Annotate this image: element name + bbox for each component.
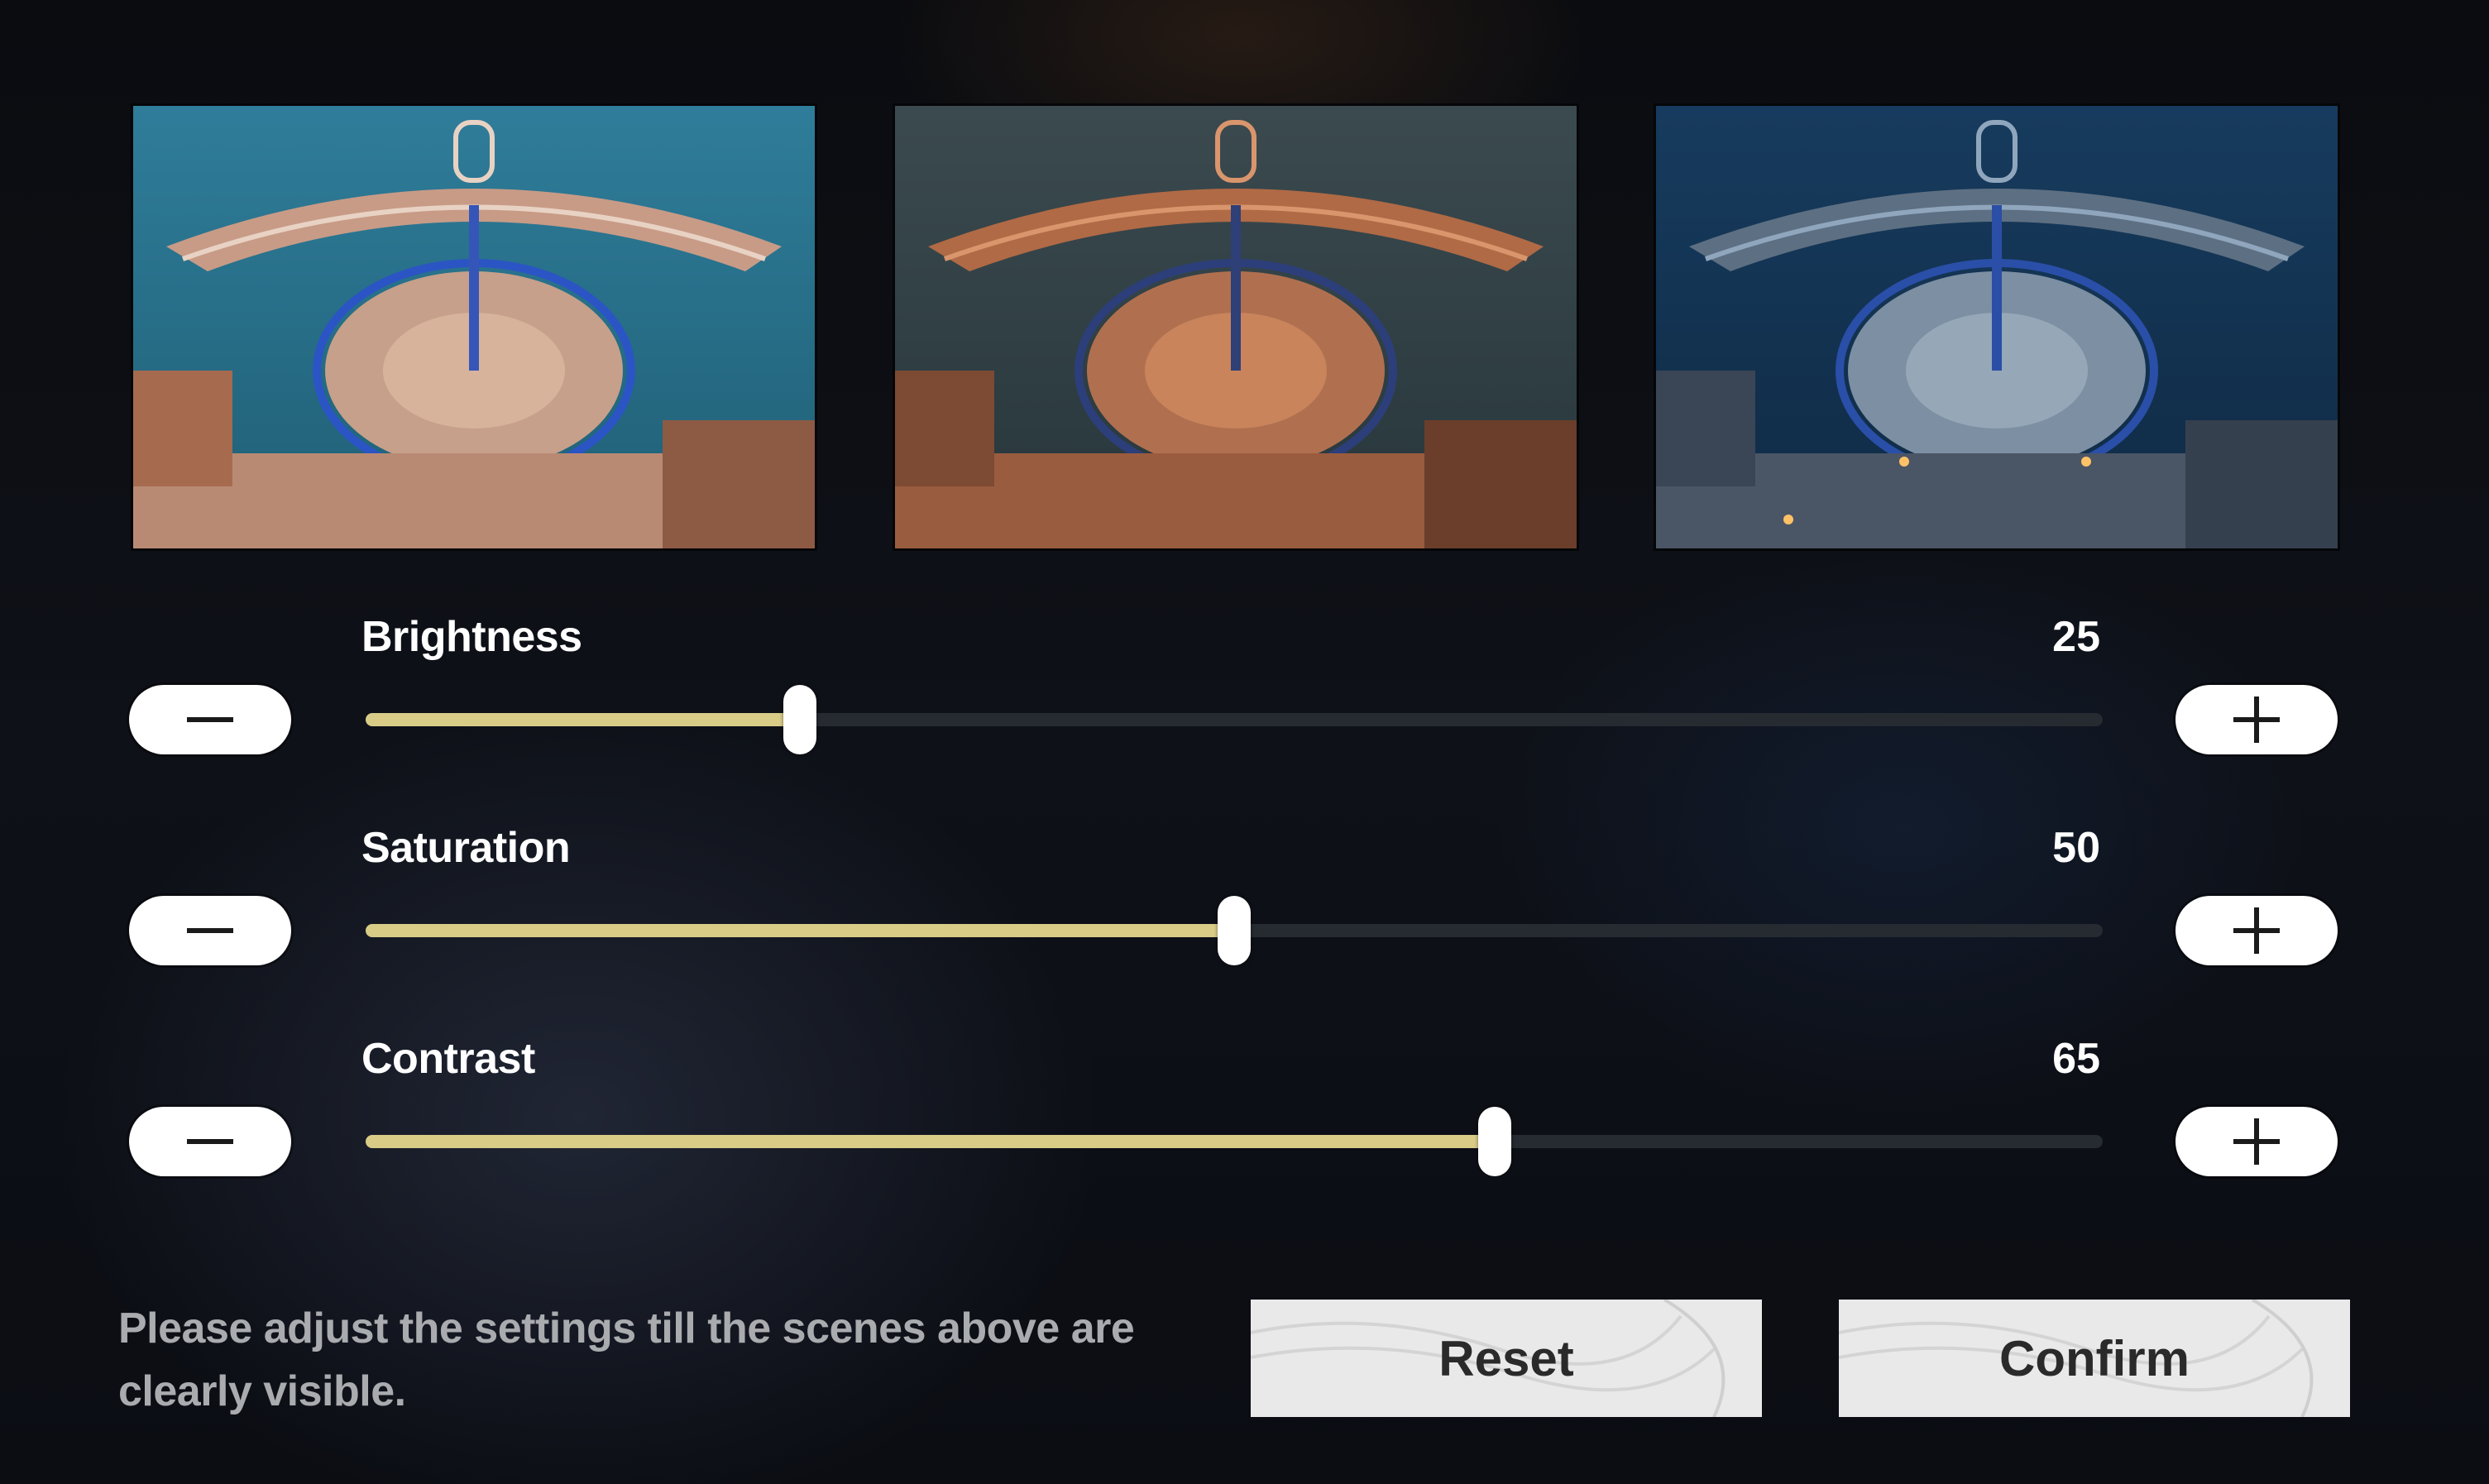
saturation-value: 50: [2052, 824, 2100, 872]
saturation-decrease-button[interactable]: [129, 896, 291, 965]
contrast-increase-button[interactable]: [2175, 1107, 2338, 1176]
reset-button-label: Reset: [1438, 1330, 1574, 1386]
contrast-slider[interactable]: [366, 1107, 2103, 1176]
contrast-slider-thumb[interactable]: [1478, 1107, 1511, 1176]
brightness-slider-fill: [366, 713, 800, 726]
reset-button[interactable]: Reset: [1251, 1300, 1762, 1417]
saturation-slider[interactable]: [366, 896, 2103, 965]
minus-icon: [187, 717, 233, 722]
instruction-line-1: Please adjust the settings till the scen…: [118, 1304, 1135, 1352]
scene-warm-image: [895, 106, 1577, 548]
preview-scene-night: [1654, 103, 2340, 551]
preview-scene-warm: [893, 103, 1579, 551]
brightness-label: Brightness: [361, 613, 582, 661]
preview-scene-normal: [131, 103, 817, 551]
contrast-decrease-button[interactable]: [129, 1107, 291, 1176]
confirm-button-label: Confirm: [1999, 1330, 2190, 1386]
scene-night-image: [1656, 106, 2338, 548]
brightness-decrease-button[interactable]: [129, 685, 291, 754]
minus-icon: [187, 1139, 233, 1144]
scene-normal-image: [133, 106, 815, 548]
instruction-text: Please adjust the settings till the scen…: [118, 1297, 1194, 1423]
brightness-slider[interactable]: [366, 685, 2103, 754]
brightness-increase-button[interactable]: [2175, 685, 2338, 754]
contrast-label: Contrast: [361, 1035, 535, 1083]
display-settings-screen: Brightness 25 Saturation 50 Contrast 65: [0, 0, 2489, 1484]
instruction-line-2: clearly visible.: [118, 1367, 406, 1415]
saturation-increase-button[interactable]: [2175, 896, 2338, 965]
brightness-value: 25: [2052, 613, 2100, 661]
contrast-slider-fill: [366, 1135, 1495, 1148]
saturation-label: Saturation: [361, 824, 571, 872]
saturation-slider-fill: [366, 924, 1234, 937]
brightness-slider-thumb[interactable]: [783, 685, 816, 754]
confirm-button[interactable]: Confirm: [1839, 1300, 2350, 1417]
saturation-slider-thumb[interactable]: [1218, 896, 1251, 965]
contrast-value: 65: [2052, 1035, 2100, 1083]
minus-icon: [187, 928, 233, 933]
